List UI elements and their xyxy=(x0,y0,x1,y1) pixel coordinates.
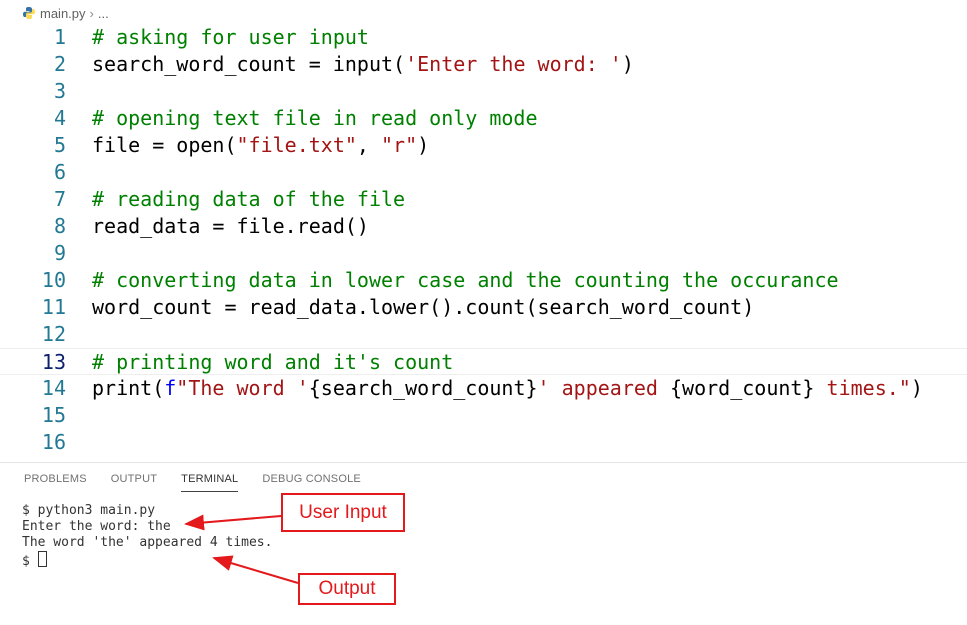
line-number: 16 xyxy=(41,430,66,454)
line-number: 13 xyxy=(41,350,66,374)
code-text: print(f"The word '{search_word_count}' a… xyxy=(92,375,923,402)
breadcrumb: main.py › ... xyxy=(22,4,109,22)
terminal-line: $ python3 main.py xyxy=(22,503,156,518)
code-line[interactable]: 14 print(f"The word '{search_word_count}'… xyxy=(0,375,967,402)
code-text: word_count = read_data.lower().count(sea… xyxy=(92,294,754,321)
code-token: # reading data of the file xyxy=(92,187,406,211)
line-number: 14 xyxy=(41,376,66,400)
line-number: 9 xyxy=(53,241,66,265)
code-line[interactable]: 4 # opening text file in read only mode xyxy=(0,105,967,132)
code-token: "file.txt" xyxy=(236,133,357,157)
line-number: 3 xyxy=(53,79,66,103)
line-number: 4 xyxy=(53,106,66,130)
code-line[interactable]: 2 search_word_count = input('Enter the wo… xyxy=(0,51,967,78)
tab-debug-console[interactable]: DEBUG CONSOLE xyxy=(262,473,361,492)
breadcrumb-file[interactable]: main.py xyxy=(40,6,86,21)
code-line[interactable]: 10 # converting data in lower case and th… xyxy=(0,267,967,294)
code-token: ) xyxy=(417,133,430,157)
code-token: , xyxy=(356,133,382,157)
code-line[interactable]: 13 # printing word and it's count xyxy=(0,348,967,375)
line-number: 8 xyxy=(53,214,66,238)
code-token: # printing word and it's count xyxy=(92,350,454,374)
code-text: search_word_count = input('Enter the wor… xyxy=(92,51,634,78)
code-token: search_word_count = input( xyxy=(92,52,406,76)
breadcrumb-symbols[interactable]: ... xyxy=(98,6,109,21)
tab-problems[interactable]: PROBLEMS xyxy=(24,473,87,492)
line-number: 10 xyxy=(41,268,66,292)
code-token: {word_count} xyxy=(669,376,815,400)
code-token: file = open( xyxy=(92,133,237,157)
terminal-line: The word 'the' appeared 4 times. xyxy=(22,535,273,550)
code-text: # asking for user input xyxy=(92,24,369,51)
code-text: # opening text file in read only mode xyxy=(92,105,538,132)
code-token: times." xyxy=(814,376,911,400)
code-line[interactable]: 11 word_count = read_data.lower().count(s… xyxy=(0,294,967,321)
terminal-prompt[interactable]: $ xyxy=(22,551,47,569)
code-token: 'Enter the word: ' xyxy=(405,52,622,76)
python-file-icon xyxy=(23,7,35,19)
code-token: read_data = file.read() xyxy=(92,214,369,238)
code-line[interactable]: 9 xyxy=(0,240,967,267)
user-input-callout: User Input xyxy=(281,493,405,532)
code-line[interactable]: 16 xyxy=(0,429,967,456)
code-token: ) xyxy=(910,376,923,400)
code-token: ) xyxy=(621,52,634,76)
code-token: ' appeared xyxy=(537,376,670,400)
code-line[interactable]: 1 # asking for user input xyxy=(0,24,967,51)
code-token: f xyxy=(164,376,177,400)
line-number: 1 xyxy=(53,25,66,49)
code-token: "The word ' xyxy=(176,376,309,400)
code-token: # converting data in lower case and the … xyxy=(92,268,839,292)
code-token: print( xyxy=(92,376,165,400)
code-line[interactable]: 15 xyxy=(0,402,967,429)
line-number: 7 xyxy=(53,187,66,211)
code-token: # asking for user input xyxy=(92,25,369,49)
code-text: # converting data in lower case and the … xyxy=(92,267,839,294)
line-number: 15 xyxy=(41,403,66,427)
bottom-panel: PROBLEMS OUTPUT TERMINAL DEBUG CONSOLE $ py… xyxy=(0,462,967,625)
terminal-line: Enter the word: the xyxy=(22,519,171,534)
tab-terminal[interactable]: TERMINAL xyxy=(181,473,239,492)
code-token: "r" xyxy=(381,133,418,157)
code-text: read_data = file.read() xyxy=(92,213,369,240)
line-number: 6 xyxy=(53,160,66,184)
code-line[interactable]: 8 read_data = file.read() xyxy=(0,213,967,240)
code-token: # opening text file in read only mode xyxy=(92,106,538,130)
code-text: # reading data of the file xyxy=(92,186,405,213)
prompt-symbol: $ xyxy=(22,554,38,569)
output-callout: Output xyxy=(298,573,396,605)
code-line[interactable]: 3 xyxy=(0,78,967,105)
code-text: file = open("file.txt", "r") xyxy=(92,132,429,159)
tab-output[interactable]: OUTPUT xyxy=(111,473,157,492)
code-line[interactable]: 6 xyxy=(0,159,967,186)
code-token: word_count = read_data.lower().count(sea… xyxy=(92,295,755,319)
line-number: 11 xyxy=(41,295,66,319)
panel-tabs: PROBLEMS OUTPUT TERMINAL DEBUG CONSOLE xyxy=(24,473,385,492)
chevron-right-icon: › xyxy=(89,5,94,21)
code-line[interactable]: 12 xyxy=(0,321,967,348)
terminal-cursor xyxy=(37,551,47,567)
code-token: {search_word_count} xyxy=(308,376,538,400)
code-line[interactable]: 5 file = open("file.txt", "r") xyxy=(0,132,967,159)
code-line[interactable]: 7 # reading data of the file xyxy=(0,186,967,213)
line-number: 2 xyxy=(53,52,66,76)
line-number: 5 xyxy=(53,133,66,157)
code-editor[interactable]: 1 # asking for user input 2 search_word_cou… xyxy=(0,24,967,462)
code-text: # printing word and it's count xyxy=(92,349,453,376)
line-number: 12 xyxy=(41,322,66,346)
